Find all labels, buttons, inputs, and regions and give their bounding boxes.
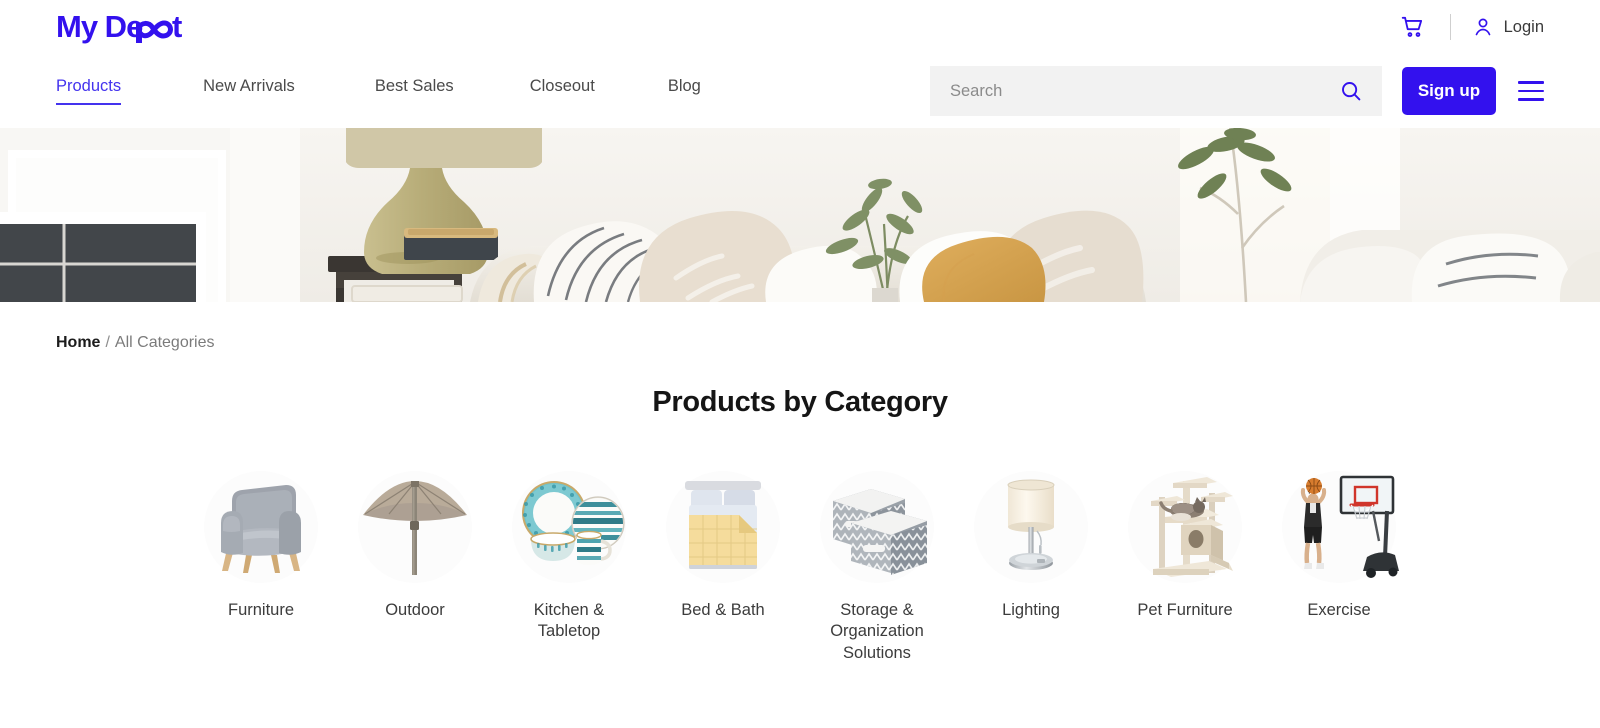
brand-logo[interactable]: My De t [56, 10, 216, 46]
top-bar: My De t Login [0, 0, 1600, 54]
page-title: Products by Category [652, 386, 948, 418]
hamburger-line-1 [1518, 81, 1544, 84]
breadcrumb: Home / All Categories [0, 302, 1600, 352]
nav-links: Products New Arrivals Best Sales Closeou… [56, 77, 783, 105]
category-item-bed-bath[interactable]: Bed & Bath [646, 471, 800, 621]
category-label: Furniture [227, 601, 295, 619]
basketball-hoop-thumbnail [1279, 471, 1399, 583]
user-account-icon [1475, 18, 1490, 36]
breadcrumb-current: All Categories [114, 334, 215, 351]
storage-bins-icon [820, 471, 934, 583]
bed-comforter-icon [666, 471, 780, 583]
cart-button[interactable] [1396, 10, 1430, 44]
brand-logo-icon: My De t [56, 10, 183, 44]
category-label: Outdoor [385, 601, 445, 619]
nav-actions: Sign up [930, 66, 1544, 116]
category-label: Bed & Bath [681, 601, 765, 619]
nav-item-products[interactable]: Products [56, 77, 122, 105]
category-label: Storage & Organization Solutions [830, 601, 924, 662]
patio-umbrella-thumbnail [355, 471, 475, 583]
header-divider [1449, 14, 1451, 40]
svg-text:t: t [172, 10, 182, 44]
basketball-hoop-icon [1282, 471, 1399, 583]
nav-item-new-arrivals[interactable]: New Arrivals [203, 77, 295, 105]
login-label: Login [1503, 17, 1544, 36]
category-item-lighting[interactable]: Lighting [954, 471, 1108, 621]
category-item-exercise[interactable]: Exercise [1262, 471, 1416, 621]
category-grid: Furniture Outdoor Kitchen & Tabletop Bed… [0, 471, 1600, 664]
armchair-icon [204, 471, 318, 583]
category-label: Pet Furniture [1137, 601, 1233, 619]
hero-banner [0, 128, 1600, 302]
category-item-pet-furniture[interactable]: Pet Furniture [1108, 471, 1262, 621]
category-label: Exercise [1307, 601, 1371, 619]
bed-comforter-thumbnail [663, 471, 783, 583]
patio-umbrella-icon [358, 471, 472, 583]
category-label: Lighting [1002, 601, 1060, 619]
cat-tree-thumbnail [1125, 471, 1245, 583]
search-icon [1342, 82, 1361, 101]
hamburger-menu-icon[interactable] [1518, 81, 1544, 101]
breadcrumb-home-link[interactable]: Home [56, 334, 100, 352]
breadcrumb-separator: / [105, 334, 110, 351]
nav-item-best-sales[interactable]: Best Sales [375, 77, 454, 105]
dinnerware-thumbnail [509, 471, 629, 583]
login-button[interactable]: Login [1471, 15, 1544, 39]
search-input[interactable] [950, 81, 1338, 101]
top-bar-actions: Login [1396, 10, 1544, 44]
search-bar[interactable] [930, 66, 1382, 116]
shopping-cart-icon [1401, 16, 1422, 37]
armchair-thumbnail [201, 471, 321, 583]
category-item-kitchen-tabletop[interactable]: Kitchen & Tabletop [492, 471, 646, 643]
search-button[interactable] [1338, 78, 1364, 104]
svg-text:My De: My De [56, 10, 143, 44]
signup-button[interactable]: Sign up [1402, 67, 1496, 115]
hamburger-line-2 [1518, 89, 1544, 93]
storage-bins-thumbnail [817, 471, 937, 583]
nav-item-blog[interactable]: Blog [668, 77, 701, 105]
hero-banner-image [0, 128, 1600, 302]
category-label: Kitchen & Tabletop [533, 601, 605, 641]
main-nav-bar: Products New Arrivals Best Sales Closeou… [0, 54, 1600, 128]
table-lamp-icon [974, 471, 1088, 583]
category-item-furniture[interactable]: Furniture [184, 471, 338, 621]
category-item-outdoor[interactable]: Outdoor [338, 471, 492, 621]
nav-item-closeout[interactable]: Closeout [530, 77, 595, 105]
dinnerware-icon [512, 471, 626, 583]
cat-tree-icon [1128, 471, 1242, 583]
hamburger-line-3 [1518, 98, 1544, 101]
category-item-storage-organization[interactable]: Storage & Organization Solutions [800, 471, 954, 664]
table-lamp-thumbnail [971, 471, 1091, 583]
